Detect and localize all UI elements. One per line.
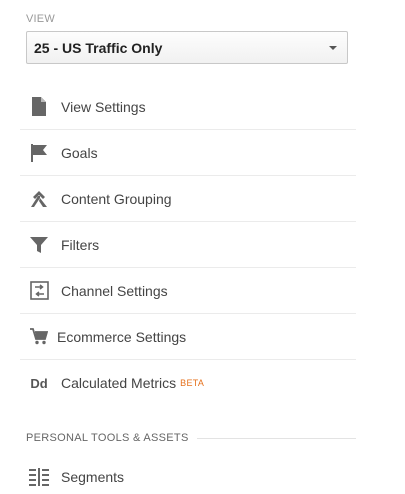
menu-item-ecommerce-settings[interactable]: Ecommerce Settings bbox=[20, 314, 356, 360]
menu-item-label: Segments bbox=[61, 469, 125, 485]
menu-item-label: Ecommerce Settings bbox=[57, 328, 187, 345]
menu-item-label: Goals bbox=[61, 144, 98, 161]
menu-item-calculated-metrics[interactable]: Dd Calculated Metrics BETA bbox=[20, 360, 356, 406]
divider bbox=[196, 437, 356, 439]
menu-item-label: Channel Settings bbox=[61, 282, 168, 299]
menu-item-segments[interactable]: Segments bbox=[20, 460, 356, 494]
beta-badge: BETA bbox=[180, 378, 205, 388]
menu-item-label: Calculated Metrics bbox=[61, 375, 177, 391]
cart-icon bbox=[28, 326, 50, 348]
view-admin-menu: View Settings Goals Content Grouping Fil… bbox=[20, 84, 356, 406]
content-grouping-icon bbox=[28, 188, 50, 210]
document-icon bbox=[28, 96, 50, 118]
calculated-metrics-icon: Dd bbox=[30, 375, 48, 391]
caret-down-icon bbox=[329, 46, 337, 50]
segments-icon bbox=[28, 466, 50, 488]
channel-settings-icon bbox=[28, 280, 50, 302]
flag-icon bbox=[28, 142, 50, 164]
menu-item-view-settings[interactable]: View Settings bbox=[20, 84, 356, 130]
section-title: PERSONAL TOOLS & ASSETS bbox=[26, 432, 189, 444]
personal-tools-header: PERSONAL TOOLS & ASSETS bbox=[26, 432, 356, 444]
menu-item-channel-settings[interactable]: Channel Settings bbox=[20, 268, 356, 314]
filter-icon bbox=[28, 234, 50, 256]
menu-item-label: View Settings bbox=[61, 98, 146, 115]
view-label: VIEW bbox=[26, 13, 55, 25]
view-selector[interactable]: 25 - US Traffic Only bbox=[26, 31, 348, 64]
menu-item-goals[interactable]: Goals bbox=[20, 130, 356, 176]
menu-item-content-grouping[interactable]: Content Grouping bbox=[20, 176, 356, 222]
view-selected-value: 25 - US Traffic Only bbox=[34, 39, 163, 56]
menu-item-label: Filters bbox=[61, 236, 100, 253]
menu-item-filters[interactable]: Filters bbox=[20, 222, 356, 268]
menu-item-label: Content Grouping bbox=[61, 190, 172, 207]
